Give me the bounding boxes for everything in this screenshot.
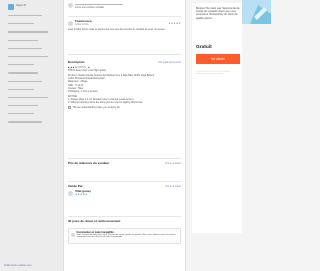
seller-rating-stars: ★★★★★ <box>75 193 88 197</box>
sidebar-item[interactable] <box>8 15 42 17</box>
sidebar-item[interactable] <box>8 47 42 49</box>
seller-avatar <box>68 190 73 196</box>
sold-by-label: Vendu Par <box>68 184 83 188</box>
sidebar-item[interactable] <box>8 55 48 58</box>
sidebar-item[interactable] <box>8 72 38 74</box>
sidebar-item[interactable] <box>8 96 48 99</box>
review-item: Francessca Achat Vérifié ★★★★★ Jean prod… <box>68 19 181 31</box>
product-details-column: Lorée tout est bien emballé Francessca A… <box>64 0 186 271</box>
avatar <box>68 3 73 9</box>
sidebar-item[interactable] <box>8 23 34 25</box>
avatar <box>68 20 73 26</box>
sidebar-top-label: Signet B <box>16 4 26 7</box>
price-reference-link[interactable]: Voir le vendeur <box>165 162 181 165</box>
price-reference-label: Prix de référence du vendeur <box>68 161 110 165</box>
decorative-graphic <box>242 0 271 24</box>
returns-box: Commandez en toute tranquillité Votre co… <box>68 228 181 244</box>
review-item: Lorée tout est bien emballé <box>68 2 181 9</box>
buy-panel: Bonjour! Ne ratez pas l'opportunité de c… <box>192 3 242 233</box>
divider <box>68 181 181 182</box>
sidebar-item[interactable] <box>8 121 42 123</box>
app-logo-icon <box>8 4 14 10</box>
sidebar-item[interactable] <box>8 31 48 33</box>
price-reference-row: Prix de référence du vendeur Voir le ven… <box>68 161 181 165</box>
notice-line: 2. Different displays show the same pict… <box>68 101 143 105</box>
divider <box>68 54 181 55</box>
buy-panel-text: Bonjour! Ne ratez pas l'opportunité de c… <box>196 7 240 20</box>
shield-icon <box>70 232 75 237</box>
sidebar-item[interactable] <box>8 105 38 107</box>
panel-placeholder-lines <box>196 69 240 76</box>
sidebar-item[interactable] <box>8 88 34 90</box>
reviewer-name <box>75 3 123 5</box>
description-subtitle: TDPIX avant chez vous High quality <box>68 69 107 73</box>
sidebar-item[interactable] <box>8 80 42 82</box>
description-link[interactable]: Voir l'aide de la vente <box>158 61 181 64</box>
review-meta: Achat Vérifié <box>75 23 89 27</box>
description-section: Description Voir l'aide de la vente ■_■ … <box>68 60 181 109</box>
returns-text: Votre commande sera livrée sous 30 jours… <box>76 233 176 239</box>
sidebar-item[interactable] <box>8 113 34 115</box>
checkbox[interactable] <box>68 105 71 109</box>
sidebar-nav <box>0 15 63 130</box>
returns-section: 30 jours de retour et remboursement <box>68 219 181 223</box>
divider <box>68 158 181 159</box>
primary-action-button[interactable]: Ne cloner <box>196 54 240 64</box>
description-heading: Description <box>68 60 85 64</box>
left-sidebar: Signet B Tokila tikrau pelisse pon <box>0 0 64 271</box>
sold-by-section: Vendu Par Voir le vendeur Vital gooey ★★… <box>68 184 181 197</box>
buy-area: Bonjour! Ne ratez pas l'opportunité de c… <box>186 0 271 271</box>
sidebar-item[interactable] <box>8 39 38 41</box>
divider <box>68 16 181 17</box>
price-label: Gratuit <box>196 45 212 50</box>
divider <box>68 216 181 217</box>
seller-link[interactable]: Voir le vendeur <box>165 185 181 188</box>
sidebar-item[interactable] <box>8 64 34 66</box>
returns-label: 30 jours de retour et remboursement <box>68 219 121 223</box>
sidebar-footer-link[interactable]: Tokila tikrau pelisse pon <box>4 264 32 267</box>
feature-line: Packaging : 1 Pos 1 Armaré <box>68 89 98 93</box>
review-text: Jean produit bonne mais ce jaune pour un… <box>68 27 166 31</box>
rating-stars: ★★★★★ <box>168 21 181 25</box>
review-text: Lorée tout est bien emballé <box>75 6 104 10</box>
confirm-text: Thk our understanding hope you a happy l… <box>72 105 120 109</box>
